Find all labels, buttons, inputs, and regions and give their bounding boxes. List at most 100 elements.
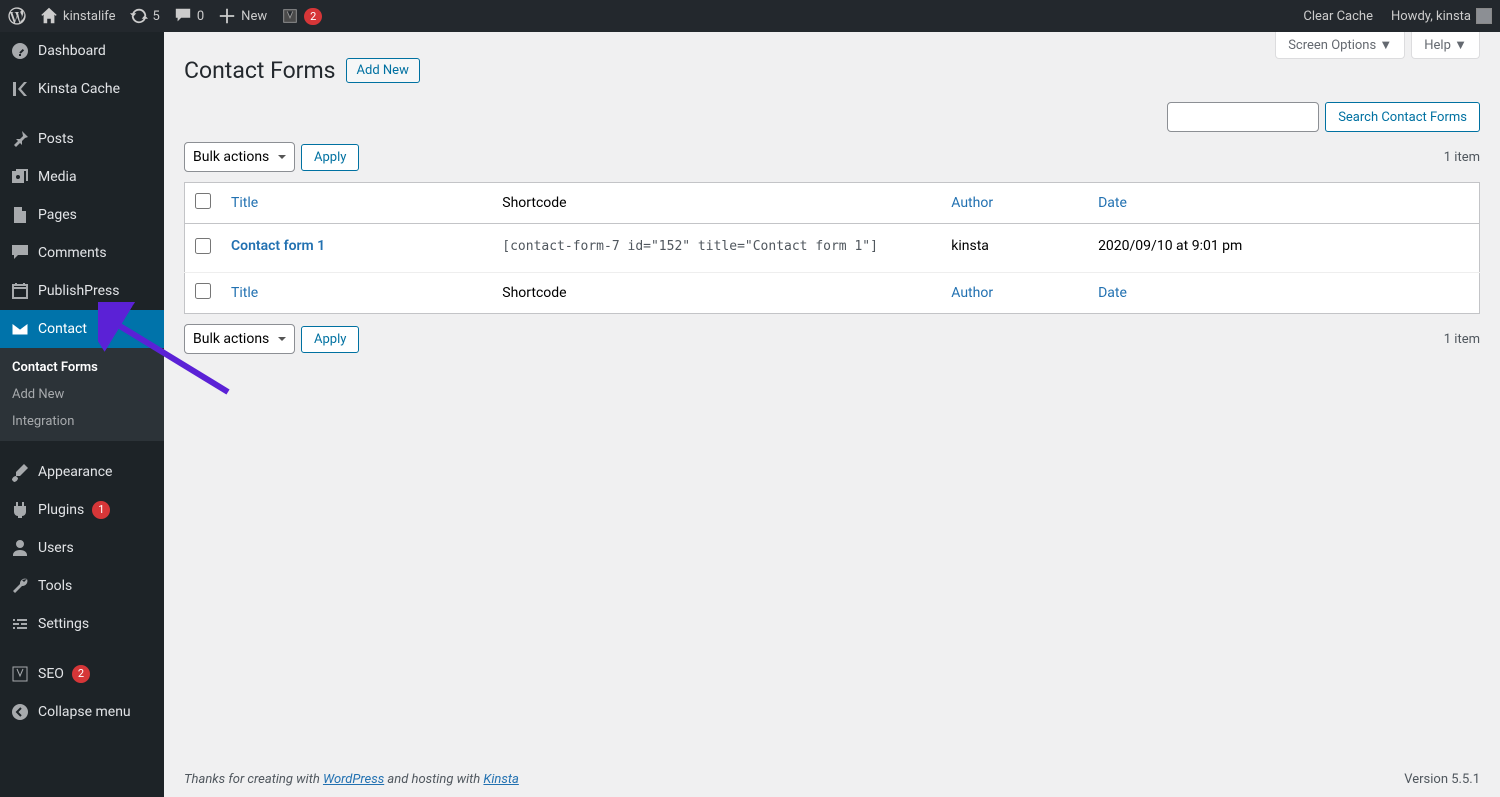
yoast-icon xyxy=(10,664,30,684)
sidebar-item-contact[interactable]: Contact xyxy=(0,310,164,348)
col-author-footer[interactable]: Author xyxy=(951,285,993,301)
row-date: 2020/09/10 at 9:01 pm xyxy=(1088,224,1479,273)
sidebar-item-tools[interactable]: Tools xyxy=(0,567,164,605)
sidebar-label: Media xyxy=(38,169,77,185)
yoast-badge: 2 xyxy=(304,8,322,25)
sidebar-label: Users xyxy=(38,540,74,556)
sidebar-label: PublishPress xyxy=(38,283,119,299)
calendar-icon xyxy=(10,281,30,301)
comments-link[interactable]: 0 xyxy=(174,7,204,25)
main-content: Screen Options ▼ Help ▼ Contact Forms Ad… xyxy=(164,32,1500,797)
admin-footer: Thanks for creating with WordPress and h… xyxy=(164,762,1500,797)
row-shortcode[interactable] xyxy=(502,239,931,254)
table-row: Contact form 1 kinsta 2020/09/10 at 9:01… xyxy=(185,224,1480,273)
site-name-link[interactable]: kinstalife xyxy=(40,7,116,25)
sidebar-label: Appearance xyxy=(38,464,112,480)
add-new-button[interactable]: Add New xyxy=(346,58,420,83)
apply-button-top[interactable]: Apply xyxy=(301,144,359,171)
col-date-footer[interactable]: Date xyxy=(1098,285,1127,301)
select-all-top[interactable] xyxy=(195,193,211,209)
sidebar-label: Comments xyxy=(38,245,107,261)
submenu-integration[interactable]: Integration xyxy=(0,408,164,435)
contact-submenu: Contact Forms Add New Integration xyxy=(0,348,164,441)
plugin-icon xyxy=(10,500,30,520)
sidebar-label: Dashboard xyxy=(38,43,106,59)
row-author: kinsta xyxy=(941,224,1088,273)
yoast-icon xyxy=(281,7,299,25)
footer-kinsta-link[interactable]: Kinsta xyxy=(483,772,518,787)
new-label: New xyxy=(241,9,267,24)
col-title-header[interactable]: Title xyxy=(231,195,258,211)
sidebar-label: Tools xyxy=(38,578,72,594)
yoast-link[interactable]: 2 xyxy=(281,7,322,25)
updates-link[interactable]: 5 xyxy=(130,7,160,25)
select-all-bottom[interactable] xyxy=(195,283,211,299)
search-input[interactable] xyxy=(1167,102,1319,132)
sidebar-item-appearance[interactable]: Appearance xyxy=(0,453,164,491)
sidebar-label: Collapse menu xyxy=(38,704,131,720)
admin-bar: kinstalife 5 0 New 2 Clear Cache Howdy, … xyxy=(0,0,1500,32)
sidebar-label: Posts xyxy=(38,131,74,147)
sidebar-item-pages[interactable]: Pages xyxy=(0,196,164,234)
sidebar-item-dashboard[interactable]: Dashboard xyxy=(0,32,164,70)
bulk-actions-select-top[interactable]: Bulk actions xyxy=(184,142,295,172)
user-icon xyxy=(10,538,30,558)
col-shortcode-header: Shortcode xyxy=(492,183,941,224)
update-icon xyxy=(130,7,148,25)
bulk-actions-select-bottom[interactable]: Bulk actions xyxy=(184,324,295,354)
sidebar-item-publishpress[interactable]: PublishPress xyxy=(0,272,164,310)
apply-button-bottom[interactable]: Apply xyxy=(301,326,359,353)
home-icon xyxy=(40,7,58,25)
sidebar-item-users[interactable]: Users xyxy=(0,529,164,567)
comments-count: 0 xyxy=(197,9,204,24)
sidebar-item-kinsta-cache[interactable]: Kinsta Cache xyxy=(0,70,164,108)
col-title-footer[interactable]: Title xyxy=(231,285,258,301)
row-title-link[interactable]: Contact form 1 xyxy=(231,238,325,254)
item-count-bottom: 1 item xyxy=(1444,332,1480,347)
plugins-count-badge: 1 xyxy=(92,501,110,519)
collapse-icon xyxy=(10,702,30,722)
footer-mid: and hosting with xyxy=(384,772,483,787)
page-title: Contact Forms xyxy=(184,57,336,84)
settings-icon xyxy=(10,614,30,634)
footer-prefix: Thanks for creating with xyxy=(184,772,323,787)
comment-icon xyxy=(10,243,30,263)
sidebar-label: Plugins xyxy=(38,502,84,518)
wrench-icon xyxy=(10,576,30,596)
brush-icon xyxy=(10,462,30,482)
howdy-label: Howdy, kinsta xyxy=(1391,9,1471,24)
sidebar-label: Pages xyxy=(38,207,77,223)
footer-wp-link[interactable]: WordPress xyxy=(323,772,384,787)
page-icon xyxy=(10,205,30,225)
sidebar-item-plugins[interactable]: Plugins 1 xyxy=(0,491,164,529)
account-link[interactable]: Howdy, kinsta xyxy=(1391,8,1492,24)
dashboard-icon xyxy=(10,41,30,61)
sidebar-item-posts[interactable]: Posts xyxy=(0,120,164,158)
sidebar-item-settings[interactable]: Settings xyxy=(0,605,164,643)
kinsta-icon xyxy=(10,79,30,99)
media-icon xyxy=(10,167,30,187)
submenu-contact-forms[interactable]: Contact Forms xyxy=(0,354,164,381)
forms-table: Title Shortcode Author Date Contact form… xyxy=(184,182,1480,314)
sidebar-item-media[interactable]: Media xyxy=(0,158,164,196)
footer-version: Version 5.5.1 xyxy=(1404,772,1480,787)
new-content-link[interactable]: New xyxy=(218,7,267,25)
screen-options-tab[interactable]: Screen Options ▼ xyxy=(1275,32,1405,59)
seo-count-badge: 2 xyxy=(72,665,90,683)
sidebar-item-comments[interactable]: Comments xyxy=(0,234,164,272)
search-button[interactable]: Search Contact Forms xyxy=(1325,102,1480,132)
row-checkbox[interactable] xyxy=(195,238,211,254)
wp-logo[interactable] xyxy=(8,7,26,25)
sidebar-label: Contact xyxy=(38,321,87,337)
updates-count: 5 xyxy=(153,9,160,24)
avatar xyxy=(1476,8,1492,24)
col-date-header[interactable]: Date xyxy=(1098,195,1127,211)
sidebar-label: Settings xyxy=(38,616,89,632)
clear-cache-link[interactable]: Clear Cache xyxy=(1303,9,1373,24)
site-name-label: kinstalife xyxy=(63,9,116,24)
help-tab[interactable]: Help ▼ xyxy=(1411,32,1480,59)
submenu-add-new[interactable]: Add New xyxy=(0,381,164,408)
col-author-header[interactable]: Author xyxy=(951,195,993,211)
sidebar-collapse[interactable]: Collapse menu xyxy=(0,693,164,731)
sidebar-item-seo[interactable]: SEO2 xyxy=(0,655,164,693)
